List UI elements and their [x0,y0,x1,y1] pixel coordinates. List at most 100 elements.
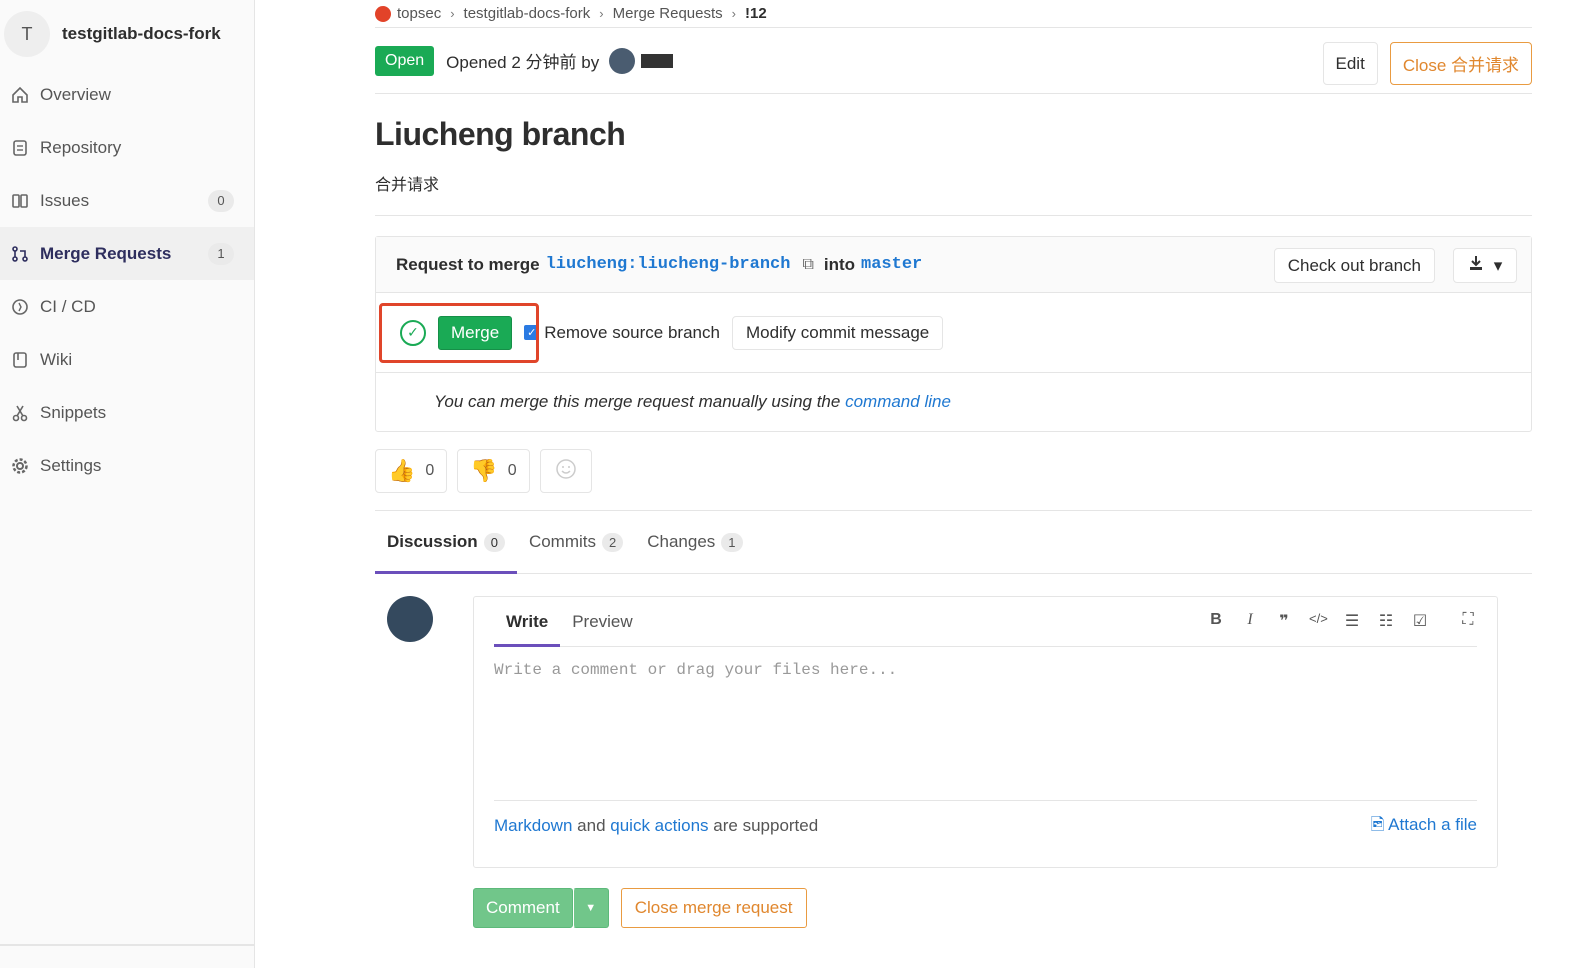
numbered-list-icon[interactable]: ☷ [1377,611,1395,631]
quick-actions-link[interactable]: quick actions [610,816,708,835]
opened-text: Opened 2 分钟前 by [446,53,600,72]
sidebar-item-label: Snippets [40,402,107,422]
gear-icon [10,456,30,476]
thumbsdown-count: 0 [507,462,517,479]
code-icon[interactable]: </> [1309,611,1328,631]
tab-count-badge: 0 [483,532,505,552]
document-icon [10,138,30,158]
source-branch[interactable]: liucheng:liucheng-branch [546,255,791,274]
project-header[interactable]: T testgitlab-docs-fork [0,0,254,68]
sidebar-item-label: Issues [40,190,90,210]
and-text: and [577,816,606,835]
sidebar-item-issues[interactable]: Issues 0 [0,174,254,227]
supported-text: are supported [713,816,819,835]
current-user-avatar[interactable] [387,596,433,642]
author-avatar[interactable] [609,47,636,74]
home-icon [10,85,30,105]
caret-down-icon: ▼ [585,902,597,914]
tab-changes[interactable]: Changes 1 [635,511,754,573]
author-name-redacted[interactable] [641,53,674,68]
merge-widget-body: ✓ Merge ✓ Remove source branch Modify co… [376,293,1531,373]
status-badge: Open [375,45,435,76]
merge-widget-header: Request to merge liucheng:liucheng-branc… [376,237,1531,293]
sidebar-item-merge-requests[interactable]: Merge Requests 1 [0,227,254,280]
task-list-icon[interactable]: ☑ [1411,611,1429,631]
sidebar-item-label: Settings [40,455,102,475]
sidebar-item-repository[interactable]: Repository [0,121,254,174]
breadcrumb-project[interactable]: testgitlab-docs-fork [464,5,591,22]
breadcrumb: topsec › testgitlab-docs-fork › Merge Re… [375,0,1532,28]
page-title: Liucheng branch [375,116,626,152]
project-avatar: T [4,11,50,57]
breadcrumb-section[interactable]: Merge Requests [613,5,723,22]
sidebar-item-label: Overview [40,84,111,104]
main-content: topsec › testgitlab-docs-fork › Merge Re… [375,0,1532,928]
bullet-list-icon[interactable]: ☰ [1343,611,1361,631]
tab-label: Discussion [387,532,478,551]
comment-button[interactable]: Comment [473,888,573,928]
italic-icon[interactable]: I [1241,611,1259,631]
sidebar-item-label: Wiki [40,349,73,369]
mr-header: Open Opened 2 分钟前 by Edit Close 合并请求 [375,28,1532,94]
issues-icon [10,191,30,211]
sidebar-footer-divider [0,944,255,946]
merge-widget: Request to merge liucheng:liucheng-branc… [375,236,1532,432]
target-branch[interactable]: master [861,255,922,274]
chevron-right-icon: › [731,6,737,21]
comment-textarea[interactable]: Write a comment or drag your files here.… [494,661,1477,801]
sidebar-item-label: Repository [40,137,122,157]
attach-file-label: Attach a file [1388,814,1477,834]
highlight-box [379,303,539,363]
smiley-icon [555,458,577,485]
into-label: into [823,254,856,274]
modify-commit-message-button[interactable]: Modify commit message [731,315,944,350]
sidebar-item-wiki[interactable]: Wiki [0,333,254,386]
tab-preview[interactable]: Preview [560,597,644,646]
breadcrumb-group[interactable]: topsec [397,5,441,22]
sidebar: T testgitlab-docs-fork Overview Reposito… [0,0,255,968]
add-reaction-button[interactable] [539,449,592,493]
check-out-branch-button[interactable]: Check out branch [1273,248,1435,283]
copy-icon[interactable]: ⧉ [802,256,813,274]
tab-discussion[interactable]: Discussion 0 [375,511,517,574]
sidebar-item-ci-cd[interactable]: CI / CD [0,280,254,333]
command-line-link[interactable]: command line [845,392,951,412]
markdown-help: Markdown and quick actions are supported [494,816,818,836]
close-merge-request-button[interactable]: Close merge request [620,888,807,928]
bold-icon[interactable]: B [1207,611,1225,631]
tab-write[interactable]: Write [494,597,561,647]
download-icon [1468,255,1484,276]
request-label: Request to merge [396,254,540,274]
attach-file-button[interactable]: 🖻 Attach a file [1371,812,1477,841]
quote-icon[interactable]: ❞ [1275,611,1293,631]
fullscreen-icon[interactable]: ⛶ [1459,611,1477,631]
comment-editor: Write Preview B I ❞ </> ☰ ☷ ☑ ⛶ Write a … [473,596,1498,868]
sidebar-item-settings[interactable]: Settings [0,439,254,492]
mr-tabs: Discussion 0 Commits 2 Changes 1 [375,511,1532,574]
markdown-link[interactable]: Markdown [494,816,572,835]
caret-down-icon: ▾ [1493,255,1503,275]
edit-button[interactable]: Edit [1322,42,1378,85]
breadcrumb-current[interactable]: !12 [745,5,767,22]
thumbsdown-icon: 👎 [470,458,498,483]
thumbsup-icon: 👍 [388,458,416,483]
scissors-icon [10,403,30,423]
sidebar-item-overview[interactable]: Overview [0,68,254,121]
remove-source-label[interactable]: Remove source branch [544,323,720,343]
thumbsup-award-button[interactable]: 👍 0 [375,449,448,493]
award-emoji-bar: 👍 0 👎 0 [375,449,1532,511]
tab-commits[interactable]: Commits 2 [517,511,635,573]
mr-description: 合并请求 [375,171,1532,216]
thumbsdown-award-button[interactable]: 👎 0 [457,449,530,493]
project-name[interactable]: testgitlab-docs-fork [62,24,221,44]
tab-count-badge: 1 [721,532,743,552]
issues-count-badge: 0 [208,189,234,212]
merge-request-icon [10,244,30,264]
sidebar-item-snippets[interactable]: Snippets [0,386,254,439]
manual-merge-text: You can merge this merge request manuall… [434,392,841,411]
sidebar-item-label: Merge Requests [40,243,172,263]
group-logo-icon [375,5,391,22]
comment-type-dropdown[interactable]: ▼ [572,888,609,928]
close-mr-header-button[interactable]: Close 合并请求 [1389,42,1532,85]
download-dropdown-button[interactable]: ▾ [1453,248,1517,283]
